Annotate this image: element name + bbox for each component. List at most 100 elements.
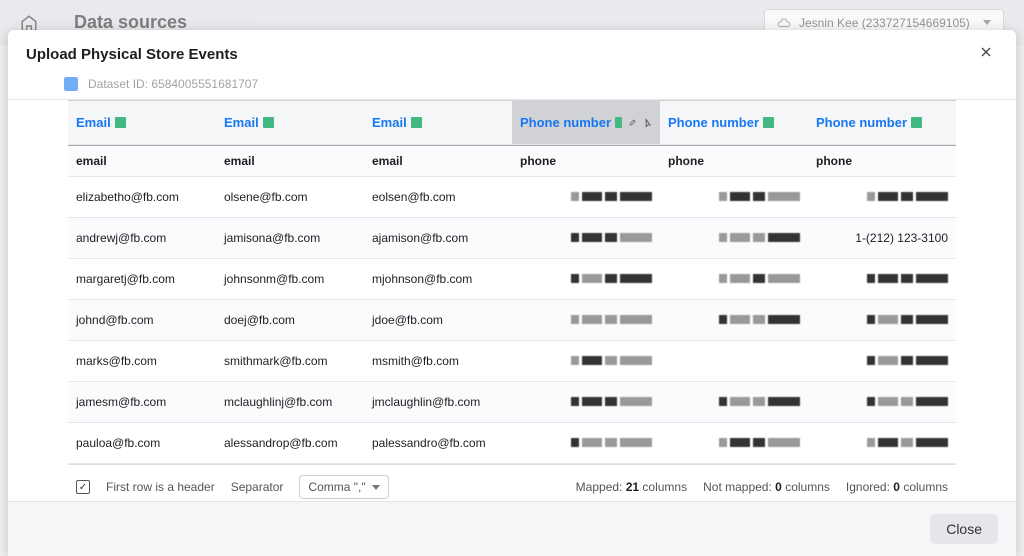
table-cell <box>512 382 660 422</box>
table-cell: 1-(212) 123-3100 <box>808 218 956 258</box>
mapping-cell[interactable]: Email <box>68 101 216 144</box>
table-cell <box>808 300 956 340</box>
redacted-value <box>816 356 948 365</box>
mapping-status-icon <box>615 117 622 128</box>
table-cell <box>808 177 956 217</box>
notmapped-stat: Not mapped: 0 columns <box>703 480 830 494</box>
dataset-info: Dataset ID: 6584005551681707 <box>8 77 1016 99</box>
modal-header: Upload Physical Store Events <box>8 30 1016 77</box>
mapping-status-icon <box>411 117 422 128</box>
mapping-status-icon <box>763 117 774 128</box>
close-button[interactable]: Close <box>930 514 998 544</box>
table-cell <box>512 300 660 340</box>
mapping-cell[interactable]: Email <box>216 101 364 144</box>
separator-label: Separator <box>231 480 284 494</box>
redacted-value <box>816 192 948 201</box>
table-row: marks@fb.comsmithmark@fb.commsmith@fb.co… <box>68 341 956 382</box>
redacted-value <box>520 356 652 365</box>
table-cell: jamesm@fb.com <box>68 382 216 422</box>
first-row-header-checkbox[interactable] <box>76 480 90 494</box>
table-row: jamesm@fb.commclaughlinj@fb.comjmclaughl… <box>68 382 956 423</box>
file-header-cell: phone <box>808 146 956 176</box>
table-cell: jmclaughlin@fb.com <box>364 382 512 422</box>
table-cell: andrewj@fb.com <box>68 218 216 258</box>
file-header-cell: email <box>68 146 216 176</box>
first-row-header-label: First row is a header <box>106 480 215 494</box>
redacted-value <box>520 315 652 324</box>
table-cell: eolsen@fb.com <box>364 177 512 217</box>
mapping-cell[interactable]: Phone number <box>660 101 808 144</box>
cursor-icon <box>643 116 652 130</box>
table-cell: mjohnson@fb.com <box>364 259 512 299</box>
table-footer: First row is a header Separator Comma ",… <box>68 464 956 501</box>
redacted-value <box>668 397 800 406</box>
redacted-value <box>816 315 948 324</box>
redacted-value <box>816 397 948 406</box>
table-cell <box>808 382 956 422</box>
file-header-cell: phone <box>660 146 808 176</box>
mapping-label: Email <box>372 115 407 130</box>
redacted-value <box>520 397 652 406</box>
home-icon <box>20 14 38 32</box>
mapped-stat: Mapped: 21 columns <box>576 480 687 494</box>
redacted-value <box>668 274 800 283</box>
file-header-cell: phone <box>512 146 660 176</box>
separator-select[interactable]: Comma "," <box>299 475 388 499</box>
table-row: elizabetho@fb.comolsene@fb.comeolsen@fb.… <box>68 177 956 218</box>
table-cell <box>808 423 956 463</box>
ignored-stat: Ignored: 0 columns <box>846 480 948 494</box>
file-header-cell: email <box>364 146 512 176</box>
file-header-row: emailemailemailphonephonephone <box>68 145 956 177</box>
table-cell <box>512 177 660 217</box>
table-cell <box>660 341 808 381</box>
mapping-cell[interactable]: Email <box>364 101 512 144</box>
table-cell: alessandrop@fb.com <box>216 423 364 463</box>
dataset-icon <box>64 77 78 91</box>
redacted-value <box>668 315 800 324</box>
table-cell: johnd@fb.com <box>68 300 216 340</box>
table-cell <box>660 218 808 258</box>
table-cell: doej@fb.com <box>216 300 364 340</box>
mapping-cell[interactable]: Phone number <box>512 101 660 144</box>
table-cell <box>512 423 660 463</box>
mapping-cell[interactable]: Phone number <box>808 101 956 144</box>
mapping-header-row: Email Email Email Phone number Phone number P… <box>68 100 956 145</box>
table-cell <box>512 259 660 299</box>
close-icon-button[interactable] <box>974 40 998 69</box>
table-cell: palessandro@fb.com <box>364 423 512 463</box>
mapping-label: Phone number <box>816 115 907 130</box>
redacted-value <box>668 192 800 201</box>
edit-icon <box>628 117 636 129</box>
redacted-value <box>520 233 652 242</box>
mapping-label: Email <box>76 115 111 130</box>
table-cell <box>808 341 956 381</box>
table-cell: marks@fb.com <box>68 341 216 381</box>
separator-value: Comma "," <box>308 480 365 494</box>
table-cell <box>512 341 660 381</box>
table-cell <box>660 300 808 340</box>
table-cell <box>808 259 956 299</box>
table-cell <box>660 177 808 217</box>
table-cell: jdoe@fb.com <box>364 300 512 340</box>
table-cell: pauloa@fb.com <box>68 423 216 463</box>
table-row: andrewj@fb.comjamisona@fb.comajamison@fb… <box>68 218 956 259</box>
table-cell: jamisona@fb.com <box>216 218 364 258</box>
mapping-status-icon <box>115 117 126 128</box>
dataset-id: Dataset ID: 6584005551681707 <box>88 77 258 91</box>
preview-table: Email Email Email Phone number Phone number P… <box>8 100 1016 501</box>
upload-modal: Upload Physical Store Events Dataset ID:… <box>8 30 1016 556</box>
redacted-value <box>816 274 948 283</box>
close-icon <box>978 44 994 60</box>
table-row: margaretj@fb.comjohnsonm@fb.commjohnson@… <box>68 259 956 300</box>
redacted-value <box>520 192 652 201</box>
mapping-status-icon <box>263 117 274 128</box>
cloud-icon <box>777 16 791 30</box>
table-cell <box>660 382 808 422</box>
mapping-label: Phone number <box>520 115 611 130</box>
table-row: johnd@fb.comdoej@fb.comjdoe@fb.com <box>68 300 956 341</box>
redacted-value <box>668 438 800 447</box>
account-name: Jesnin Kee (233727154669105) <box>799 16 975 30</box>
mapping-status-icon <box>911 117 922 128</box>
redacted-value <box>520 274 652 283</box>
modal-footer: Close <box>8 501 1016 556</box>
